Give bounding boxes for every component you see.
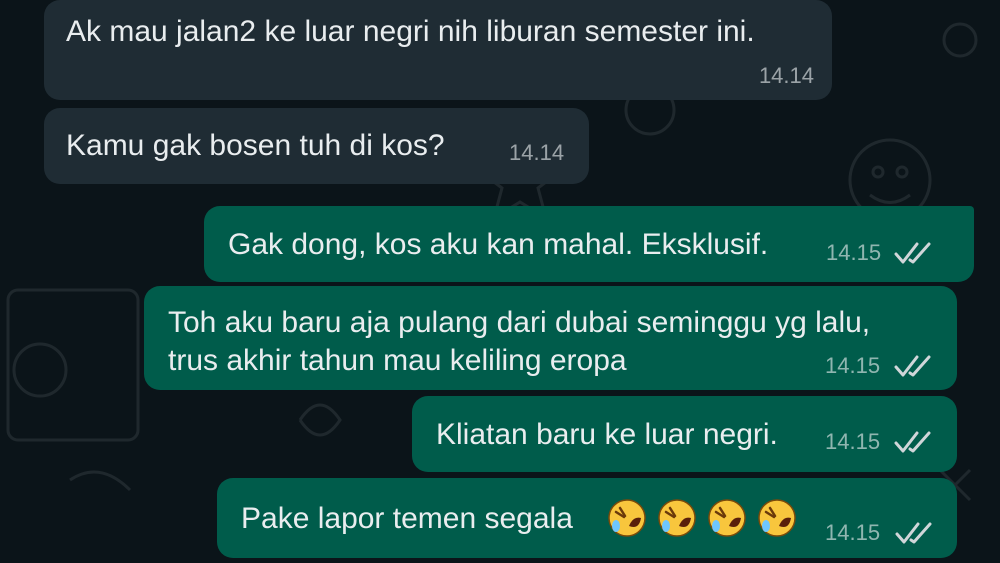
message-bubble-outgoing[interactable]: Toh aku baru aja pulang dari dubai semin… [144,286,957,390]
read-receipt-icon [895,522,932,544]
read-receipt-icon [894,431,931,453]
message-time: 14.15 [825,429,881,454]
message-text: Kliatan baru ke luar negri. [436,418,778,451]
message-time: 14.14 [758,63,814,88]
message-bubble-incoming[interactable]: Kamu gak bosen tuh di kos? 14.14 [44,108,589,184]
rolling-laughing-emoji-icon [608,499,646,537]
message-time: 14.15 [825,353,881,378]
message-bubble-outgoing[interactable]: Gak dong, kos aku kan mahal. Eksklusif. … [204,206,974,282]
rolling-laughing-emoji-icon [708,499,746,537]
message-text: Pake lapor temen segala [241,502,573,535]
message-time: 14.15 [826,240,882,265]
message-text: Toh aku baru aja pulang dari dubai semin… [168,306,871,377]
message-bubble-outgoing[interactable]: Pake lapor temen segala 14.15 [217,478,957,558]
rolling-laughing-emoji-icon [758,499,796,537]
message-text: Ak mau jalan2 ke luar negri nih liburan … [66,15,755,48]
rolling-laughing-emoji-icon [658,499,696,537]
read-receipt-icon [894,355,931,377]
message-bubble-outgoing[interactable]: Kliatan baru ke luar negri. 14.15 [412,396,957,472]
message-text: Kamu gak bosen tuh di kos? [66,129,445,162]
message-time: 14.14 [509,140,565,165]
message-bubble-incoming[interactable]: Ak mau jalan2 ke luar negri nih liburan … [44,0,832,100]
read-receipt-icon [894,242,931,264]
message-text: Gak dong, kos aku kan mahal. Eksklusif. [228,228,769,261]
message-time: 14.15 [825,520,881,545]
